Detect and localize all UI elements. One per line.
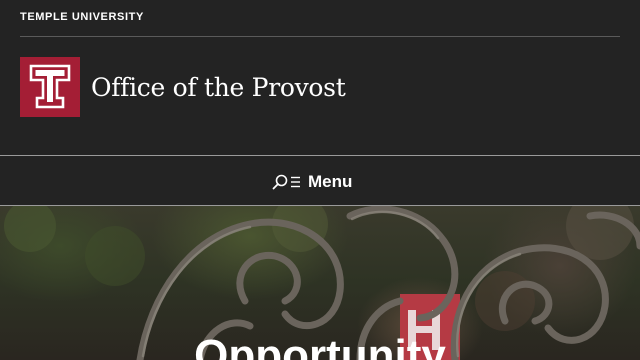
- menu-label: Menu: [308, 172, 353, 191]
- search-icon: [272, 174, 300, 190]
- temple-t-logo-icon: [20, 57, 80, 117]
- temple-university-link[interactable]: TEMPLE UNIVERSITY: [20, 11, 144, 23]
- hero-banner: Opportunity: [0, 206, 640, 360]
- menu-button[interactable]: Menu: [272, 169, 352, 195]
- top-utility-bar: TEMPLE UNIVERSITY: [20, 0, 620, 37]
- site-title: Office of the Provost: [91, 72, 346, 102]
- hero-heading: Opportunity: [194, 331, 446, 360]
- main-navigation: Menu: [0, 155, 640, 206]
- site-brand-link[interactable]: Office of the Provost: [20, 57, 346, 117]
